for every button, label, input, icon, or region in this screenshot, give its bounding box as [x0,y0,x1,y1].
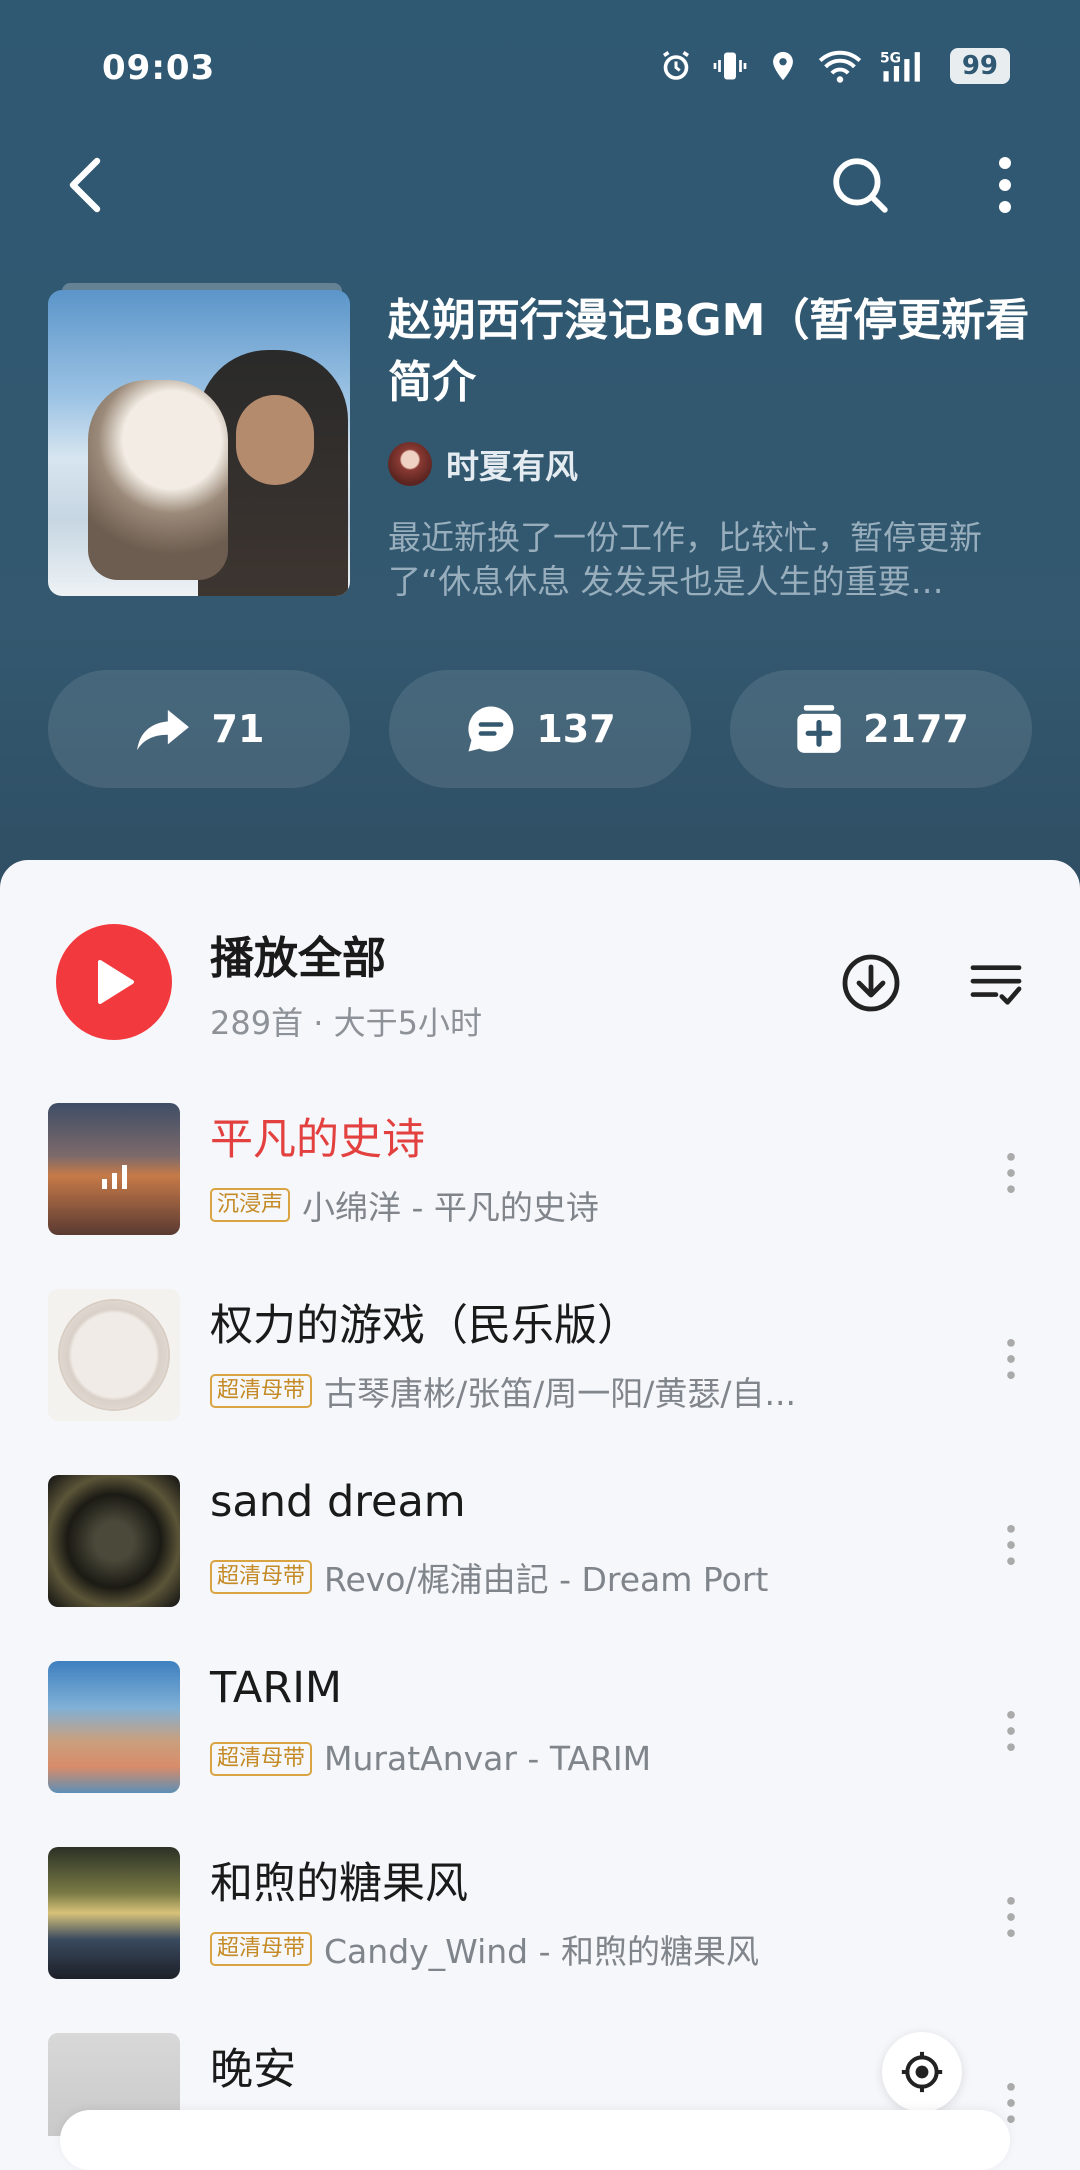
more-vertical-icon [1007,2083,1015,2123]
download-button[interactable] [838,950,904,1016]
song-meta: 超清母带 MuratAnvar - TARIM [210,1739,651,1778]
song-cover [48,1475,180,1607]
back-button[interactable] [50,150,120,220]
song-more-button[interactable] [986,1515,1036,1575]
alarm-icon [662,51,689,80]
song-cover [48,1847,180,1979]
song-title: TARIM [210,1663,343,1713]
cover-cat-shape [88,380,228,580]
song-title: 平凡的史诗 [210,1115,425,1165]
back-arrow-icon [69,157,101,213]
more-vertical-icon [999,157,1011,213]
cover-face-shape [236,395,314,485]
play-icon [98,960,134,1004]
creator-avatar[interactable] [388,442,432,486]
song-row[interactable]: sand dream 超清母带 Revo/梶浦由記 - Dream Port [0,1475,1080,1645]
collect-add-icon [797,705,841,753]
cover-disc-shape [60,1301,168,1409]
song-meta: 超清母带 Revo/梶浦由記 - Dream Port [210,1553,768,1601]
song-meta: 超清母带 Candy_Wind - 和煦的糖果风 [210,1925,759,1973]
song-more-button[interactable] [986,1887,1036,1947]
more-options-button[interactable] [970,150,1040,220]
song-title: 晚安 [210,2045,296,2095]
battery-indicator: 99 [949,48,1010,84]
quality-badge: 超清母带 [210,1741,313,1776]
song-more-button[interactable] [986,1329,1036,1389]
song-title: 权力的游戏（民乐版） [210,1301,640,1351]
song-artist: Candy_Wind - 和煦的糖果风 [324,1932,759,1971]
collect-button[interactable]: 2177 [730,670,1032,788]
search-button[interactable] [820,150,900,220]
quality-badge: 超清母带 [210,1560,313,1594]
locate-icon [901,2051,943,2093]
playlist-cover[interactable] [48,290,350,596]
playlist-header: 09:03 5G 99 赵朔西行漫记BGM（暂停更新看简介 时夏有风 最近新换了… [0,0,1080,900]
download-icon [842,954,900,1012]
wifi-icon [818,50,861,83]
song-row[interactable]: TARIM 超清母带 MuratAnvar - TARIM [0,1661,1080,1831]
share-icon [136,709,189,751]
play-all-subtitle: 289首 · 大于5小时 [210,1004,482,1042]
song-cover [48,1289,180,1421]
list-check-icon [970,965,1022,1005]
comment-count: 137 [536,707,616,751]
multi-select-button[interactable] [966,955,1026,1015]
creator-name[interactable]: 时夏有风 [446,440,578,488]
more-vertical-icon [1007,1897,1015,1937]
song-meta: 沉浸声 小绵洋 - 平凡的史诗 [210,1181,599,1229]
share-count: 71 [211,707,265,751]
action-row: 71 137 2177 [48,670,1032,788]
song-more-button[interactable] [986,1143,1036,1203]
song-row[interactable]: 权力的游戏（民乐版） 超清母带 古琴唐彬/张笛/周一阳/黄瑟/自... [0,1289,1080,1459]
quality-badge: 超清母带 [210,1932,313,1966]
status-icons: 5G 99 [658,48,1010,84]
song-title: 和煦的糖果风 [210,1859,468,1909]
song-meta: 超清母带 古琴唐彬/张笛/周一阳/黄瑟/自... [210,1367,796,1415]
song-artist: MuratAnvar - TARIM [324,1739,652,1778]
now-playing-icon [102,1165,127,1189]
quality-badge: 超清母带 [210,1374,313,1408]
more-vertical-icon [1007,1339,1015,1379]
song-artist: 古琴唐彬/张笛/周一阳/黄瑟/自... [324,1374,796,1413]
signal-5g-icon: 5G [880,51,920,82]
search-icon [833,158,888,213]
more-vertical-icon [1007,1525,1015,1565]
status-time: 09:03 [102,48,216,88]
song-artist: Revo/梶浦由記 - Dream Port [324,1560,769,1599]
play-all-label[interactable]: 播放全部 [210,922,386,986]
mini-player-bar[interactable] [60,2110,1010,2170]
song-row[interactable]: 平凡的史诗 沉浸声 小绵洋 - 平凡的史诗 [0,1103,1080,1273]
playlist-description[interactable]: 最近新换了一份工作，比较忙，暂停更新了“休息休息 发发呆也是人生的重要… [388,516,1028,604]
status-bar: 09:03 5G 99 [0,0,1080,140]
song-artist: 小绵洋 - 平凡的史诗 [302,1188,599,1227]
more-vertical-icon [1007,1153,1015,1193]
creator-info[interactable]: 时夏有风 [388,440,578,488]
comment-icon [468,706,514,752]
locate-current-song-button[interactable] [882,2032,962,2112]
song-row[interactable]: 和煦的糖果风 超清母带 Candy_Wind - 和煦的糖果风 [0,1847,1080,2017]
quality-badge: 沉浸声 [210,1188,291,1222]
more-vertical-icon [1007,1711,1015,1751]
comment-button[interactable]: 137 [389,670,691,788]
vibrate-icon [713,52,747,80]
song-more-button[interactable] [986,1701,1036,1761]
play-all-button[interactable] [56,924,172,1040]
location-icon [772,51,793,81]
song-cover [48,1103,180,1235]
collect-count: 2177 [863,707,969,751]
song-title: sand dream [210,1477,466,1527]
share-button[interactable]: 71 [48,670,350,788]
svg-text:5G: 5G [880,51,901,67]
song-cover [48,1661,180,1793]
playlist-title: 赵朔西行漫记BGM（暂停更新看简介 [388,295,1030,408]
